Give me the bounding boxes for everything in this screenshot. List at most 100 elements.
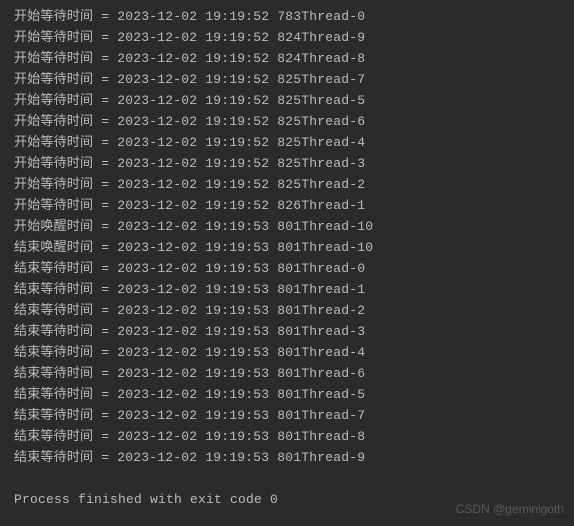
log-label: 开始等待时间 bbox=[14, 177, 93, 192]
log-time: 19:19:53 bbox=[205, 219, 269, 234]
log-time: 19:19:53 bbox=[205, 345, 269, 360]
log-time: 19:19:53 bbox=[205, 324, 269, 339]
console-line: 开始等待时间 = 2023-12-02 19:19:52 826Thread-1 bbox=[14, 195, 574, 216]
log-thread: Thread-4 bbox=[301, 135, 365, 150]
log-thread: Thread-1 bbox=[301, 198, 365, 213]
log-date: 2023-12-02 bbox=[117, 51, 197, 66]
log-ms: 783 bbox=[277, 9, 301, 24]
log-time: 19:19:53 bbox=[205, 303, 269, 318]
log-time: 19:19:53 bbox=[205, 282, 269, 297]
log-separator: = bbox=[93, 30, 117, 45]
console-line: 结束等待时间 = 2023-12-02 19:19:53 801Thread-7 bbox=[14, 405, 574, 426]
log-separator: = bbox=[93, 282, 117, 297]
console-output: 开始等待时间 = 2023-12-02 19:19:52 783Thread-0… bbox=[14, 6, 574, 510]
log-ms: 801 bbox=[277, 219, 301, 234]
log-separator: = bbox=[93, 408, 117, 423]
log-separator: = bbox=[93, 261, 117, 276]
console-line: 开始等待时间 = 2023-12-02 19:19:52 825Thread-2 bbox=[14, 174, 574, 195]
log-ms: 825 bbox=[277, 135, 301, 150]
console-line: 开始等待时间 = 2023-12-02 19:19:52 825Thread-6 bbox=[14, 111, 574, 132]
log-ms: 801 bbox=[277, 345, 301, 360]
log-thread: Thread-7 bbox=[301, 72, 365, 87]
log-separator: = bbox=[93, 324, 117, 339]
log-time: 19:19:52 bbox=[205, 72, 269, 87]
log-separator: = bbox=[93, 114, 117, 129]
log-time: 19:19:53 bbox=[205, 261, 269, 276]
log-time: 19:19:52 bbox=[205, 93, 269, 108]
log-thread: Thread-2 bbox=[301, 177, 365, 192]
log-time: 19:19:52 bbox=[205, 156, 269, 171]
log-date: 2023-12-02 bbox=[117, 261, 197, 276]
log-ms: 801 bbox=[277, 282, 301, 297]
log-ms: 825 bbox=[277, 177, 301, 192]
log-date: 2023-12-02 bbox=[117, 450, 197, 465]
log-label: 开始等待时间 bbox=[14, 30, 93, 45]
log-date: 2023-12-02 bbox=[117, 366, 197, 381]
log-label: 结束唤醒时间 bbox=[14, 240, 93, 255]
log-time: 19:19:53 bbox=[205, 366, 269, 381]
log-date: 2023-12-02 bbox=[117, 219, 197, 234]
log-label: 结束等待时间 bbox=[14, 450, 93, 465]
log-thread: Thread-4 bbox=[301, 345, 365, 360]
log-thread: Thread-0 bbox=[301, 9, 365, 24]
log-ms: 826 bbox=[277, 198, 301, 213]
console-line: 结束等待时间 = 2023-12-02 19:19:53 801Thread-6 bbox=[14, 363, 574, 384]
log-separator: = bbox=[93, 429, 117, 444]
console-line: 开始等待时间 = 2023-12-02 19:19:52 825Thread-4 bbox=[14, 132, 574, 153]
log-label: 开始等待时间 bbox=[14, 51, 93, 66]
console-line: 结束等待时间 = 2023-12-02 19:19:53 801Thread-5 bbox=[14, 384, 574, 405]
log-thread: Thread-1 bbox=[301, 282, 365, 297]
log-ms: 801 bbox=[277, 387, 301, 402]
console-line: 开始等待时间 = 2023-12-02 19:19:52 825Thread-5 bbox=[14, 90, 574, 111]
log-separator: = bbox=[93, 9, 117, 24]
log-thread: Thread-8 bbox=[301, 429, 365, 444]
log-ms: 824 bbox=[277, 30, 301, 45]
log-thread: Thread-10 bbox=[301, 219, 373, 234]
log-date: 2023-12-02 bbox=[117, 240, 197, 255]
console-line: 开始等待时间 = 2023-12-02 19:19:52 825Thread-3 bbox=[14, 153, 574, 174]
log-time: 19:19:52 bbox=[205, 114, 269, 129]
console-line: 开始唤醒时间 = 2023-12-02 19:19:53 801Thread-1… bbox=[14, 216, 574, 237]
log-thread: Thread-5 bbox=[301, 93, 365, 108]
log-ms: 801 bbox=[277, 408, 301, 423]
log-date: 2023-12-02 bbox=[117, 9, 197, 24]
log-date: 2023-12-02 bbox=[117, 177, 197, 192]
log-thread: Thread-3 bbox=[301, 324, 365, 339]
log-separator: = bbox=[93, 156, 117, 171]
console-line: 开始等待时间 = 2023-12-02 19:19:52 824Thread-9 bbox=[14, 27, 574, 48]
log-separator: = bbox=[93, 51, 117, 66]
log-separator: = bbox=[93, 345, 117, 360]
log-date: 2023-12-02 bbox=[117, 387, 197, 402]
log-date: 2023-12-02 bbox=[117, 156, 197, 171]
log-thread: Thread-5 bbox=[301, 387, 365, 402]
log-ms: 801 bbox=[277, 240, 301, 255]
console-line: 开始等待时间 = 2023-12-02 19:19:52 824Thread-8 bbox=[14, 48, 574, 69]
log-date: 2023-12-02 bbox=[117, 345, 197, 360]
log-thread: Thread-6 bbox=[301, 366, 365, 381]
log-ms: 801 bbox=[277, 366, 301, 381]
log-separator: = bbox=[93, 240, 117, 255]
log-label: 开始等待时间 bbox=[14, 135, 93, 150]
log-thread: Thread-6 bbox=[301, 114, 365, 129]
log-separator: = bbox=[93, 135, 117, 150]
log-time: 19:19:52 bbox=[205, 198, 269, 213]
log-date: 2023-12-02 bbox=[117, 303, 197, 318]
log-date: 2023-12-02 bbox=[117, 408, 197, 423]
log-date: 2023-12-02 bbox=[117, 282, 197, 297]
log-label: 开始等待时间 bbox=[14, 198, 93, 213]
console-line: 开始等待时间 = 2023-12-02 19:19:52 783Thread-0 bbox=[14, 6, 574, 27]
log-separator: = bbox=[93, 387, 117, 402]
log-label: 结束等待时间 bbox=[14, 324, 93, 339]
console-line: 结束等待时间 = 2023-12-02 19:19:53 801Thread-1 bbox=[14, 279, 574, 300]
log-label: 结束等待时间 bbox=[14, 387, 93, 402]
console-line: 开始等待时间 = 2023-12-02 19:19:52 825Thread-7 bbox=[14, 69, 574, 90]
log-date: 2023-12-02 bbox=[117, 72, 197, 87]
log-label: 开始等待时间 bbox=[14, 93, 93, 108]
log-separator: = bbox=[93, 219, 117, 234]
log-date: 2023-12-02 bbox=[117, 324, 197, 339]
log-separator: = bbox=[93, 198, 117, 213]
log-date: 2023-12-02 bbox=[117, 114, 197, 129]
log-date: 2023-12-02 bbox=[117, 198, 197, 213]
log-time: 19:19:53 bbox=[205, 240, 269, 255]
log-ms: 801 bbox=[277, 261, 301, 276]
